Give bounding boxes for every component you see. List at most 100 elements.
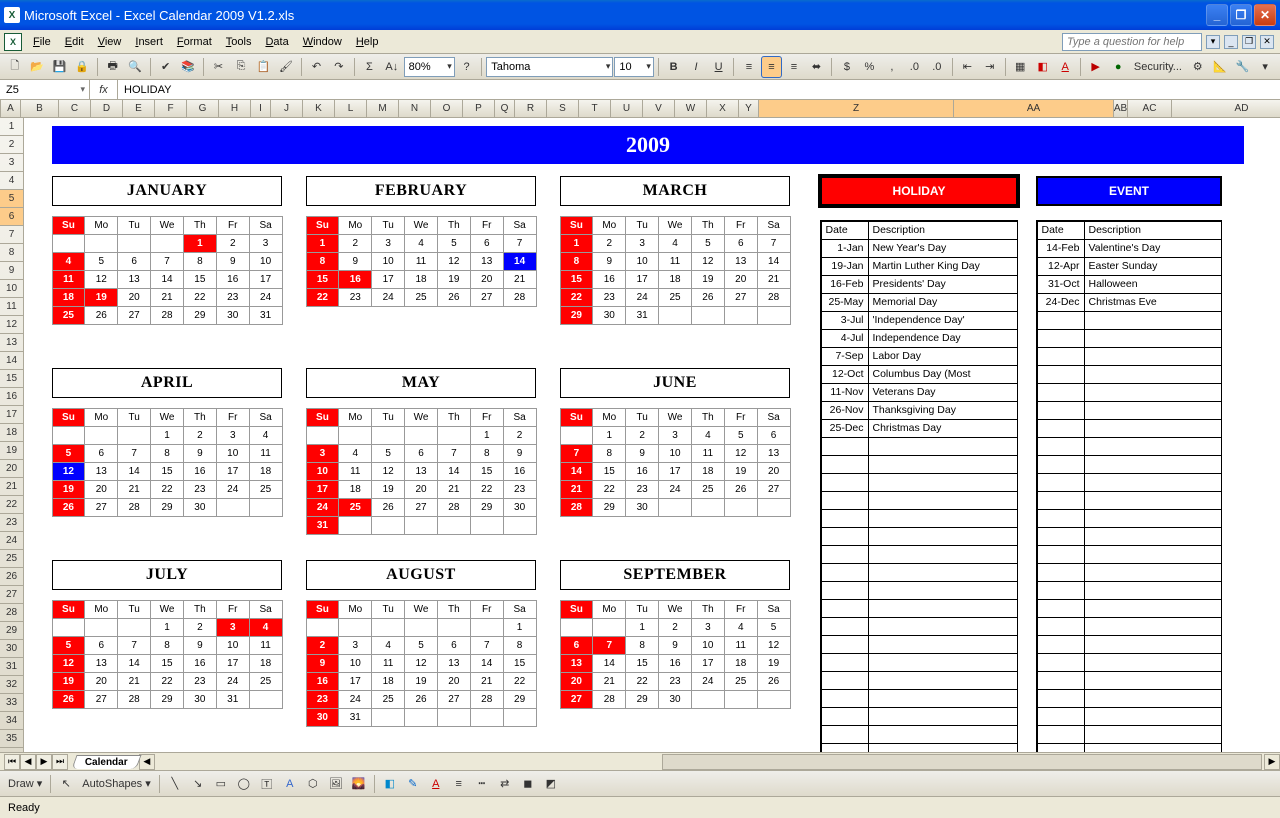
day-cell[interactable]: 25	[371, 690, 405, 709]
col-header-N[interactable]: N	[399, 100, 431, 117]
day-cell[interactable]: 28	[503, 288, 537, 307]
align-left-icon[interactable]: ≡	[738, 56, 759, 78]
day-cell[interactable]: 3	[338, 636, 372, 655]
col-header-R[interactable]: R	[515, 100, 547, 117]
day-cell[interactable]: 4	[52, 252, 86, 271]
col-header-AD[interactable]: AD	[1172, 100, 1280, 117]
day-cell[interactable]	[404, 618, 438, 637]
day-cell[interactable]: 4	[249, 618, 283, 637]
list-date[interactable]: 14-Feb	[1037, 239, 1085, 258]
day-cell[interactable]: 3	[371, 234, 405, 253]
tab-prev-icon[interactable]: ◀	[20, 754, 36, 770]
list-desc[interactable]: Labor Day	[868, 347, 1018, 366]
print-icon[interactable]: 🖶	[102, 56, 123, 78]
day-cell[interactable]	[84, 426, 118, 445]
day-cell[interactable]: 24	[216, 672, 250, 691]
col-header-M[interactable]: M	[367, 100, 399, 117]
day-cell[interactable]: 25	[52, 306, 86, 325]
day-cell[interactable]: 9	[503, 444, 537, 463]
increase-indent-icon[interactable]: ⇥	[979, 56, 1000, 78]
day-cell[interactable]: 25	[691, 480, 725, 499]
day-cell[interactable]: 6	[470, 234, 504, 253]
day-cell[interactable]	[658, 306, 692, 325]
day-cell[interactable]: 17	[216, 462, 250, 481]
day-cell[interactable]: 14	[560, 462, 594, 481]
hscroll-track[interactable]	[662, 754, 1262, 770]
row-header-20[interactable]: 20	[0, 460, 23, 478]
day-cell[interactable]: 3	[216, 618, 250, 637]
wordart-icon[interactable]: A	[279, 773, 301, 795]
day-cell[interactable]: 24	[338, 690, 372, 709]
day-cell[interactable]: 3	[216, 426, 250, 445]
day-cell[interactable]: 17	[249, 270, 283, 289]
col-header-O[interactable]: O	[431, 100, 463, 117]
autoshapes-menu[interactable]: AutoShapes ▾	[78, 777, 155, 790]
help-dropdown-icon[interactable]: ▾	[1206, 35, 1220, 49]
col-header-AC[interactable]: AC	[1128, 100, 1172, 117]
day-cell[interactable]: 29	[503, 690, 537, 709]
day-cell[interactable]: 16	[306, 672, 340, 691]
day-cell[interactable]	[84, 618, 118, 637]
vba-icon[interactable]: ⚙	[1187, 56, 1208, 78]
day-cell[interactable]	[437, 516, 471, 535]
list-date[interactable]: 31-Oct	[1037, 275, 1085, 294]
list-desc[interactable]: Halloween	[1084, 275, 1222, 294]
row-header-25[interactable]: 25	[0, 550, 23, 568]
format-painter-icon[interactable]: 🖌	[275, 56, 296, 78]
day-cell[interactable]: 26	[52, 690, 86, 709]
day-cell[interactable]: 22	[503, 672, 537, 691]
day-cell[interactable]: 4	[724, 618, 758, 637]
day-cell[interactable]: 19	[84, 288, 118, 307]
day-cell[interactable]: 21	[150, 288, 184, 307]
col-header-H[interactable]: H	[219, 100, 251, 117]
toolbar-options-icon[interactable]: ▾	[1254, 56, 1275, 78]
tab-last-icon[interactable]: ⏭	[52, 754, 68, 770]
day-cell[interactable]	[437, 708, 471, 727]
permission-icon[interactable]: 🔒	[71, 56, 92, 78]
day-cell[interactable]: 4	[249, 426, 283, 445]
fill-color-draw-icon[interactable]: ◧	[379, 773, 401, 795]
day-cell[interactable]: 23	[306, 690, 340, 709]
row-header-11[interactable]: 11	[0, 298, 23, 316]
day-cell[interactable]: 11	[249, 636, 283, 655]
new-icon[interactable]: 🗋	[4, 56, 25, 78]
day-cell[interactable]: 9	[183, 636, 217, 655]
row-header-5[interactable]: 5	[0, 190, 23, 208]
day-cell[interactable]: 22	[470, 480, 504, 499]
day-cell[interactable]: 16	[592, 270, 626, 289]
print-preview-icon[interactable]: 🔍	[124, 56, 145, 78]
formula-input[interactable]: HOLIDAY	[118, 80, 1280, 99]
workbook-icon[interactable]: X	[4, 33, 22, 51]
hscroll-right-icon[interactable]: ▶	[1264, 754, 1280, 770]
day-cell[interactable]: 23	[592, 288, 626, 307]
font-dropdown[interactable]: Tahoma	[486, 57, 613, 77]
day-cell[interactable]: 30	[625, 498, 659, 517]
row-header-28[interactable]: 28	[0, 604, 23, 622]
day-cell[interactable]: 3	[691, 618, 725, 637]
list-date[interactable]: 16-Feb	[821, 275, 869, 294]
close-button[interactable]: ✕	[1254, 4, 1276, 26]
col-header-C[interactable]: C	[59, 100, 91, 117]
day-cell[interactable]: 2	[592, 234, 626, 253]
day-cell[interactable]: 10	[658, 444, 692, 463]
day-cell[interactable]	[338, 618, 372, 637]
save-icon[interactable]: 💾	[49, 56, 70, 78]
list-desc[interactable]: Columbus Day (Most	[868, 365, 1018, 384]
day-cell[interactable]: 12	[84, 270, 118, 289]
day-cell[interactable]: 28	[560, 498, 594, 517]
day-cell[interactable]: 27	[84, 690, 118, 709]
day-cell[interactable]	[757, 690, 791, 709]
day-cell[interactable]: 9	[338, 252, 372, 271]
spelling-icon[interactable]: ✔	[155, 56, 176, 78]
col-header-G[interactable]: G	[187, 100, 219, 117]
worksheet[interactable]: 2009 JANUARYSuMoTuWeThFrSa12345678910111…	[24, 118, 1280, 752]
day-cell[interactable]: 4	[371, 636, 405, 655]
row-header-7[interactable]: 7	[0, 226, 23, 244]
menu-edit[interactable]: Edit	[58, 34, 91, 50]
day-cell[interactable]	[117, 234, 151, 253]
day-cell[interactable]: 26	[84, 306, 118, 325]
day-cell[interactable]: 7	[470, 636, 504, 655]
day-cell[interactable]	[470, 516, 504, 535]
day-cell[interactable]: 18	[404, 270, 438, 289]
row-header-14[interactable]: 14	[0, 352, 23, 370]
